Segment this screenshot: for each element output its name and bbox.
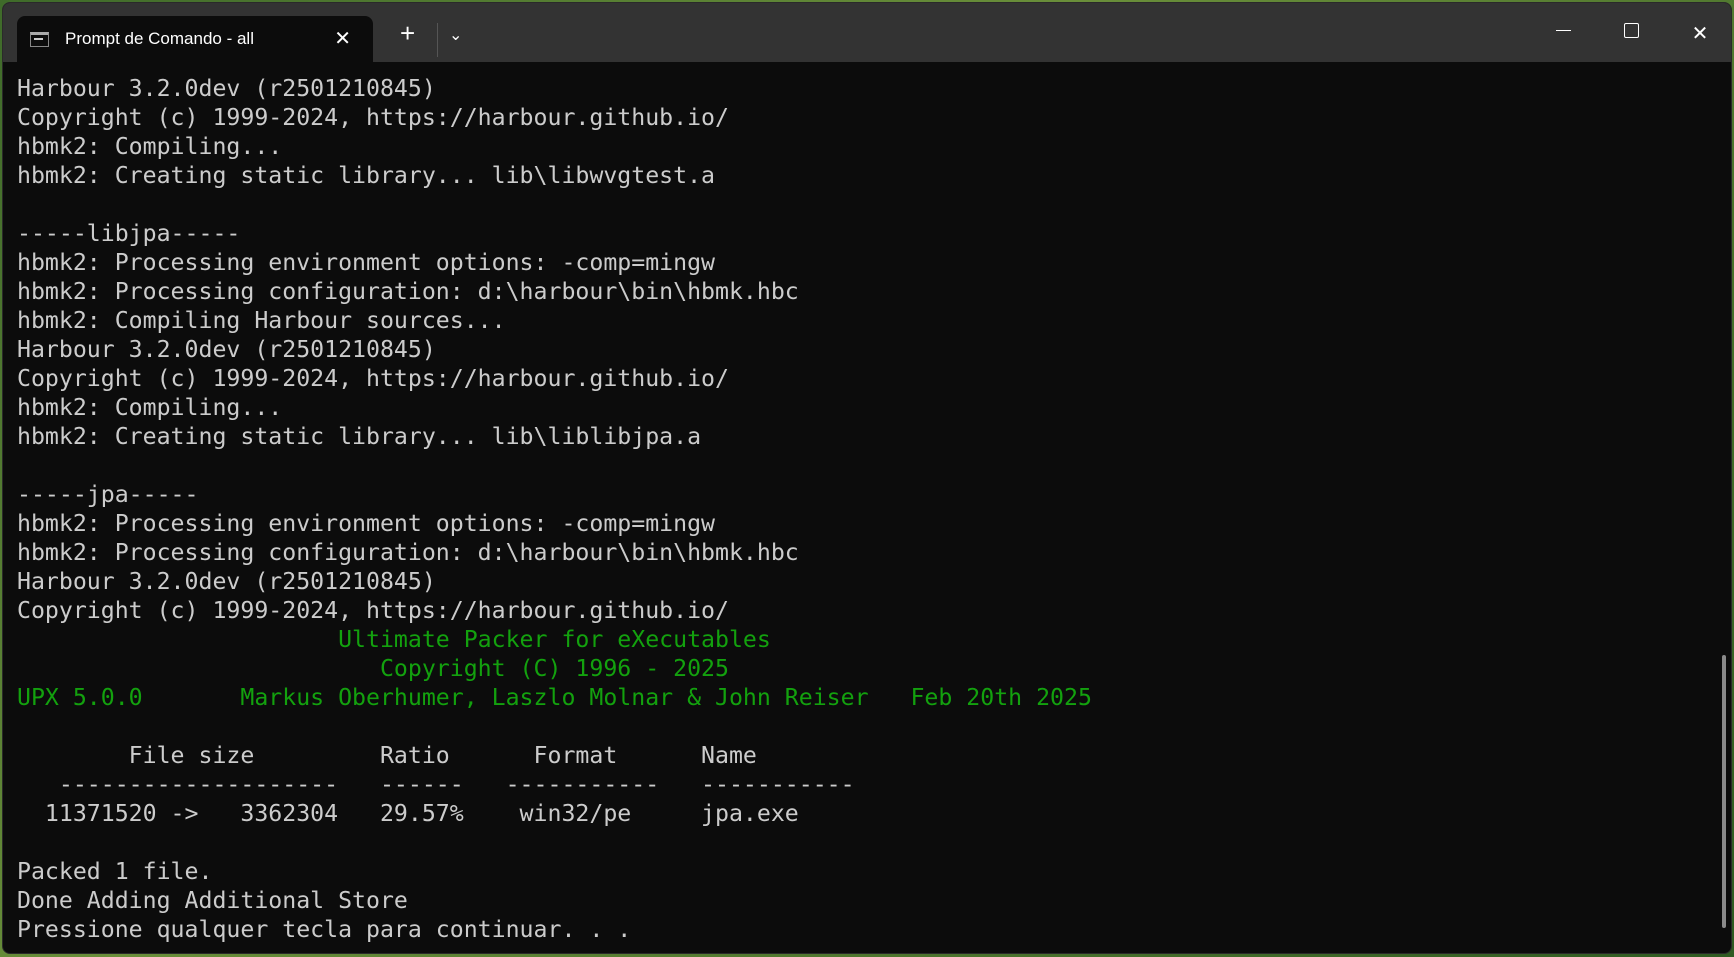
title-bar[interactable]: Prompt de Comando - all ✕ + ⌄ ✕ xyxy=(3,3,1731,62)
console-line: Copyright (C) 1996 - 2025 xyxy=(17,655,729,682)
scrollbar[interactable] xyxy=(1722,655,1726,928)
console-line: Copyright (c) 1999-2024, https://harbour… xyxy=(17,104,729,131)
console-line: Harbour 3.2.0dev (r2501210845) xyxy=(17,568,436,595)
maximize-button[interactable] xyxy=(1611,21,1651,44)
tab-title: Prompt de Comando - all xyxy=(65,29,254,48)
console-line: -------------------- ------ ----------- … xyxy=(17,771,855,798)
console-line: hbmk2: Processing configuration: d:\harb… xyxy=(17,539,799,566)
console-line: Copyright (c) 1999-2024, https://harbour… xyxy=(17,597,729,624)
console-line: hbmk2: Processing environment options: -… xyxy=(17,510,716,537)
minimize-icon xyxy=(1555,30,1571,32)
console-line: hbmk2: Creating static library... lib\li… xyxy=(17,423,702,450)
console-line: Harbour 3.2.0dev (r2501210845) xyxy=(17,336,436,363)
console-line: Copyright (c) 1999-2024, https://harbour… xyxy=(17,365,729,392)
console-line: Packed 1 file. xyxy=(17,858,213,885)
console-line: Ultimate Packer for eXecutables xyxy=(17,626,771,653)
console-line: UPX 5.0.0 Markus Oberhumer, Laszlo Molna… xyxy=(17,684,1092,711)
console-line: -----jpa----- xyxy=(17,481,199,508)
console-line: hbmk2: Compiling Harbour sources... xyxy=(17,307,506,334)
console-line: hbmk2: Processing configuration: d:\harb… xyxy=(17,278,799,305)
console-line: hbmk2: Creating static library... lib\li… xyxy=(17,162,716,189)
maximize-icon xyxy=(1623,23,1639,38)
terminal-icon xyxy=(30,31,49,47)
console-line: 11371520 -> 3362304 29.57% win32/pe jpa.… xyxy=(17,800,799,827)
console-line: -----libjpa----- xyxy=(17,220,241,247)
console-line: Pressione qualquer tecla para continuar.… xyxy=(17,916,632,943)
console-line: File size Ratio Format Name xyxy=(17,742,757,769)
console-line: hbmk2: Compiling... xyxy=(17,133,283,160)
console-line: Harbour 3.2.0dev (r2501210845) xyxy=(17,75,436,102)
chevron-down-icon[interactable]: ⌄ xyxy=(449,25,462,45)
console-output[interactable]: Harbour 3.2.0dev (r2501210845) Copyright … xyxy=(17,74,1092,944)
new-tab-button[interactable]: + xyxy=(400,20,415,46)
close-window-button[interactable]: ✕ xyxy=(1680,21,1720,46)
console-line: hbmk2: Processing environment options: -… xyxy=(17,249,716,276)
minimize-button[interactable] xyxy=(1543,21,1583,44)
console-line: Done Adding Additional Store xyxy=(17,887,408,914)
divider xyxy=(437,23,438,57)
terminal-window: Prompt de Comando - all ✕ + ⌄ ✕ Harbour … xyxy=(2,2,1732,954)
tab-close-icon[interactable]: ✕ xyxy=(334,26,351,51)
tab-prompt-de-comando[interactable]: Prompt de Comando - all ✕ xyxy=(17,16,373,62)
console-line: hbmk2: Compiling... xyxy=(17,394,283,421)
